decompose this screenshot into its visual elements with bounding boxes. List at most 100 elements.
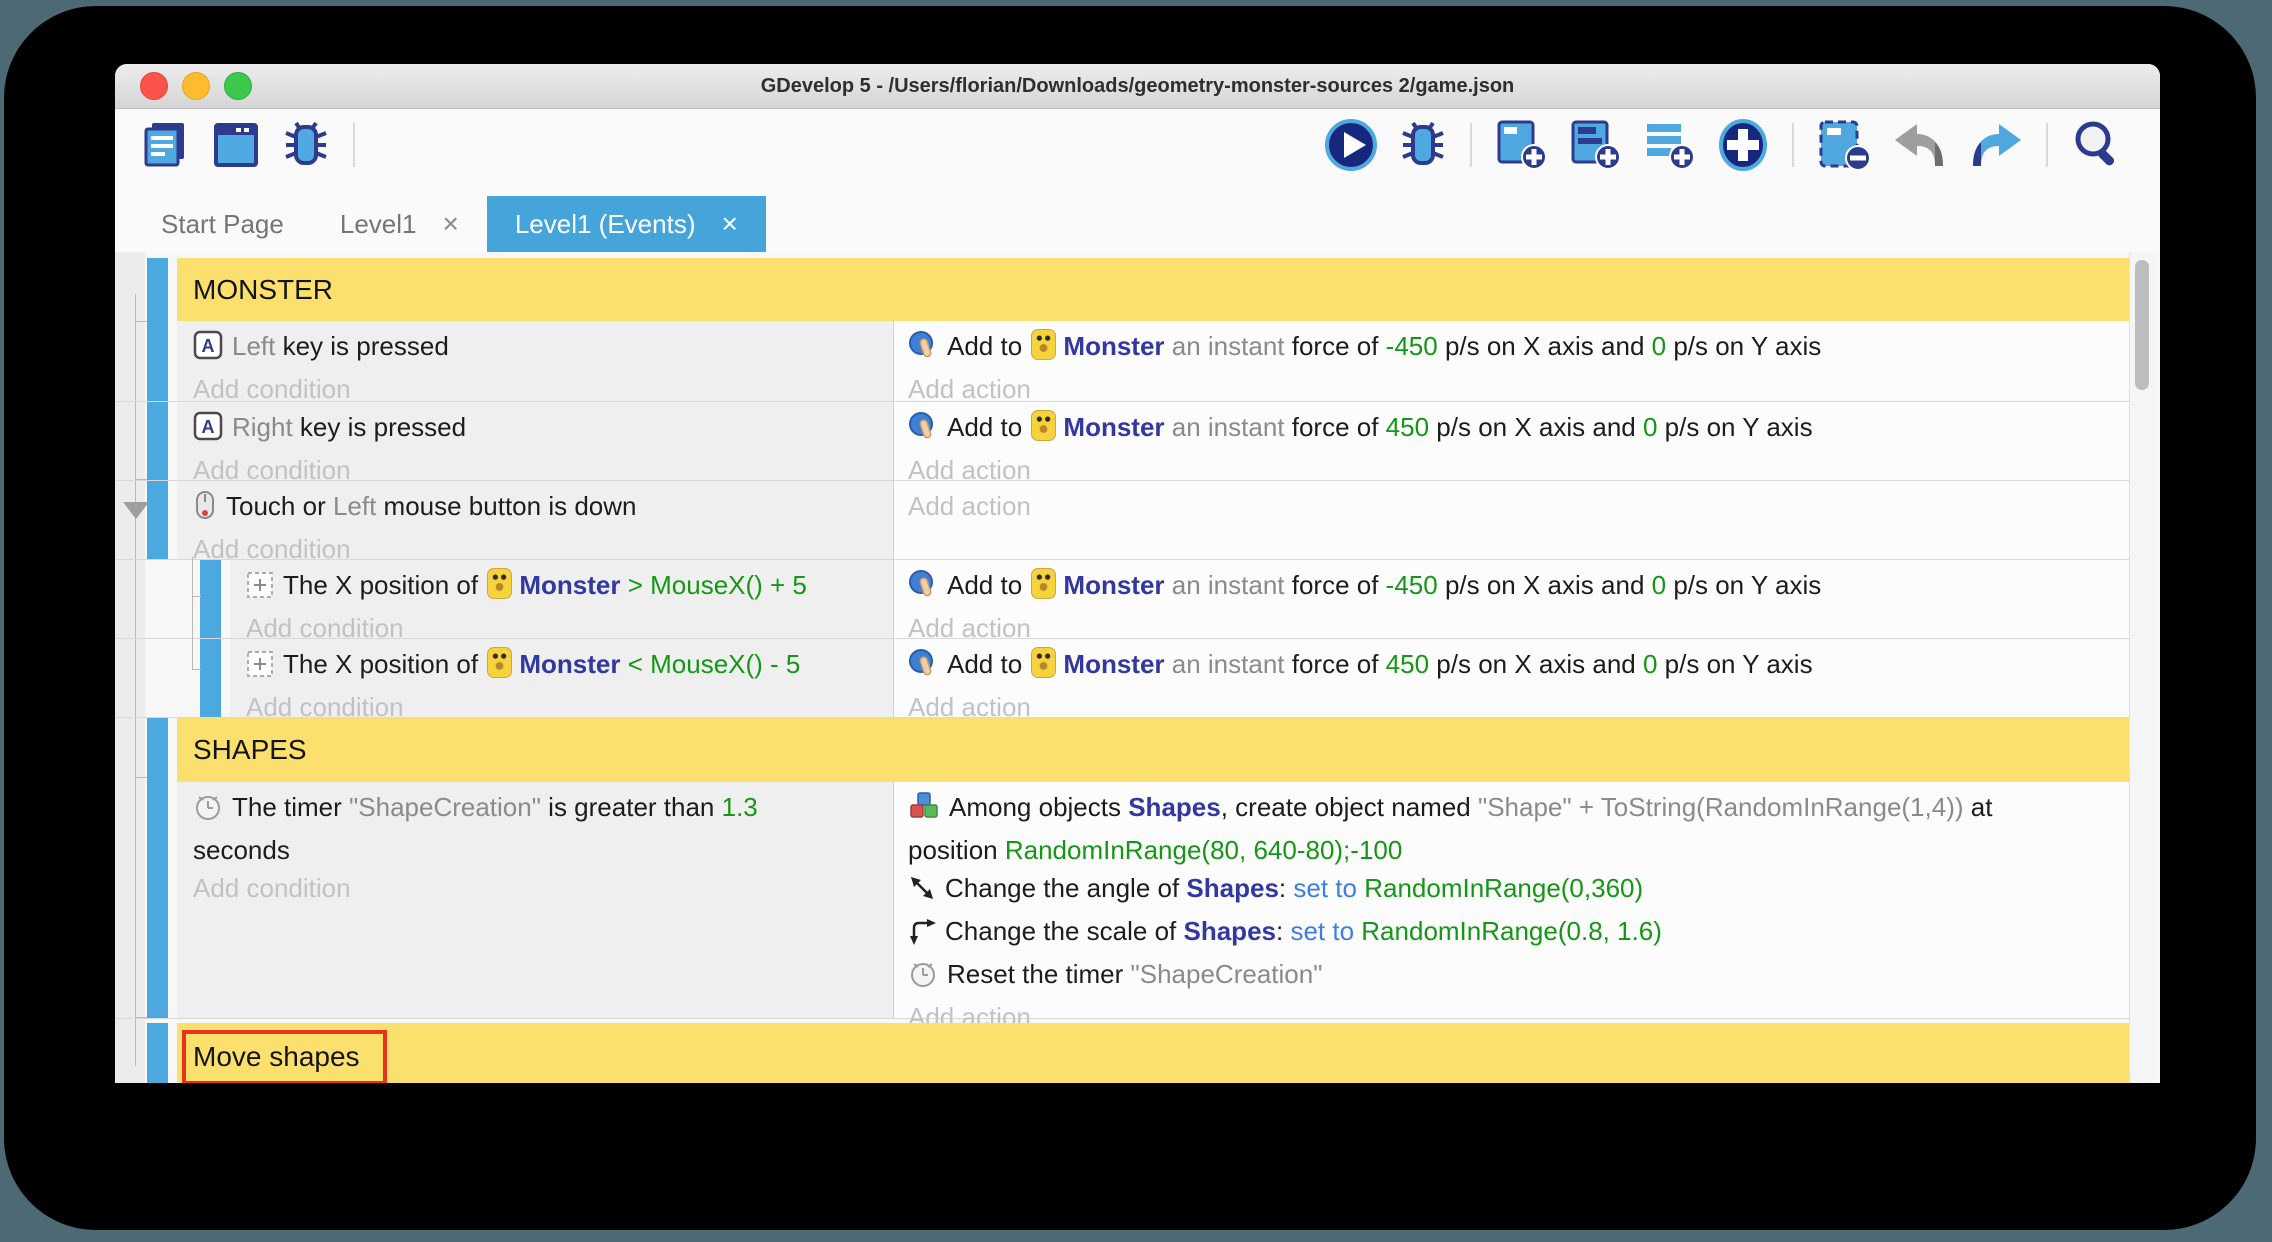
- event-group-shapes[interactable]: SHAPES: [115, 718, 2130, 782]
- debug-icon: [1397, 119, 1449, 171]
- close-icon[interactable]: ×: [722, 210, 738, 238]
- create-object-icon: [908, 791, 940, 831]
- redo-button[interactable]: [1965, 116, 2027, 174]
- traffic-lights: [140, 64, 252, 108]
- remove-event-button[interactable]: [1813, 116, 1875, 174]
- actions-cell: Add action: [893, 481, 2130, 559]
- undo-button[interactable]: [1889, 116, 1951, 174]
- debug-preview-button[interactable]: [1395, 117, 1451, 173]
- svg-text:A: A: [202, 336, 215, 356]
- actions-cell: Add to Monster an instant force of -450 …: [893, 560, 2130, 638]
- conditions-cell: The timer "ShapeCreation" is greater tha…: [177, 782, 893, 1018]
- add-condition-button[interactable]: Add condition: [193, 869, 893, 907]
- play-preview-button[interactable]: [1321, 115, 1381, 175]
- vertical-scrollbar[interactable]: [2129, 252, 2154, 1083]
- add-subevent-button[interactable]: [1639, 116, 1699, 174]
- conditions-cell: ARight key is pressed Add condition: [177, 402, 893, 480]
- add-comment-button[interactable]: [1565, 116, 1625, 174]
- actions-cell: Add to Monster an instant force of -450 …: [893, 321, 2130, 401]
- group-header-label[interactable]: Move shapes: [177, 1023, 2130, 1083]
- action-create-object[interactable]: Among objects Shapes, create object name…: [908, 788, 2130, 831]
- condition-line[interactable]: Touch or Left mouse button is down: [193, 487, 893, 530]
- condition-line[interactable]: ARight key is pressed: [193, 408, 893, 451]
- scrollbar-thumb[interactable]: [2135, 260, 2149, 390]
- event-bar: [147, 321, 168, 401]
- tab-level1[interactable]: Level1 ×: [312, 196, 487, 252]
- force-hand-icon: [908, 411, 938, 451]
- conditions-cell: Touch or Left mouse button is down Add c…: [177, 481, 893, 559]
- scale-arrow-icon: [908, 917, 936, 955]
- keyboard-key-icon: A: [193, 330, 223, 370]
- action-create-object-wrap[interactable]: position RandomInRange(80, 640-80);-100: [908, 831, 2130, 869]
- action-change-scale[interactable]: Change the scale of Shapes: set to Rando…: [908, 912, 2130, 955]
- event-bar: [147, 402, 168, 480]
- condition-line[interactable]: The X position of Monster > MouseX() + 5: [246, 566, 893, 609]
- play-icon: [1323, 117, 1379, 173]
- minimize-window-button[interactable]: [182, 72, 210, 100]
- monster-object-icon: [1031, 568, 1056, 599]
- search-icon: [2069, 117, 2125, 173]
- tab-level1-events[interactable]: Level1 (Events) ×: [487, 196, 766, 252]
- add-event-button[interactable]: [1491, 116, 1551, 174]
- add-action-button[interactable]: Add action: [908, 487, 2130, 525]
- event-touch-mouse: Touch or Left mouse button is down Add c…: [115, 481, 2130, 560]
- zoom-window-button[interactable]: [224, 72, 252, 100]
- position-icon: [246, 650, 274, 688]
- search-events-button[interactable]: [2067, 115, 2127, 175]
- conditions-cell: The X position of Monster < MouseX() - 5…: [230, 639, 893, 717]
- group-header-label[interactable]: SHAPES: [177, 718, 2130, 782]
- event-bar: [147, 1023, 168, 1083]
- group-header-label[interactable]: MONSTER: [177, 258, 2130, 321]
- redo-icon: [1967, 118, 2025, 172]
- subevent-x-greater: The X position of Monster > MouseX() + 5…: [115, 560, 2130, 639]
- undo-icon: [1891, 118, 1949, 172]
- mouse-icon: [193, 490, 217, 530]
- action-line[interactable]: Add to Monster an instant force of -450 …: [908, 327, 2130, 370]
- scene-editor-button[interactable]: [208, 117, 264, 173]
- toolbar-separator: [353, 123, 355, 167]
- action-line[interactable]: Add to Monster an instant force of 450 p…: [908, 408, 2130, 451]
- scene-window-icon: [210, 119, 262, 171]
- force-hand-icon: [908, 330, 938, 370]
- add-new-button[interactable]: [1713, 115, 1773, 175]
- add-comment-icon: [1567, 118, 1623, 172]
- actions-cell: Add to Monster an instant force of 450 p…: [893, 402, 2130, 480]
- force-hand-icon: [908, 569, 938, 609]
- event-shape-creation: The timer "ShapeCreation" is greater tha…: [115, 782, 2130, 1019]
- debug-icon: [280, 119, 332, 171]
- tab-start-page[interactable]: Start Page: [133, 196, 312, 252]
- action-change-angle[interactable]: Change the angle of Shapes: set to Rando…: [908, 869, 2130, 912]
- condition-line[interactable]: The X position of Monster < MouseX() - 5: [246, 645, 893, 688]
- actions-cell: Among objects Shapes, create object name…: [893, 782, 2130, 1018]
- close-icon[interactable]: ×: [442, 210, 458, 238]
- condition-line[interactable]: The timer "ShapeCreation" is greater tha…: [193, 788, 893, 831]
- monster-object-icon: [487, 568, 512, 599]
- project-manager-button[interactable]: [138, 117, 194, 173]
- titlebar: GDevelop 5 - /Users/florian/Downloads/ge…: [115, 64, 2160, 109]
- debug-button[interactable]: [278, 117, 334, 173]
- action-line[interactable]: Add to Monster an instant force of -450 …: [908, 566, 2130, 609]
- event-group-monster[interactable]: MONSTER: [115, 258, 2130, 321]
- event-bar: [147, 782, 168, 1018]
- toolbar-separator: [1792, 123, 1794, 167]
- action-line[interactable]: Add to Monster an instant force of 450 p…: [908, 645, 2130, 688]
- gdevelop-window: GDevelop 5 - /Users/florian/Downloads/ge…: [115, 64, 2160, 1083]
- condition-line[interactable]: ALeft key is pressed: [193, 327, 893, 370]
- subevent-tree-line: [192, 557, 193, 669]
- condition-line-wrap[interactable]: seconds: [193, 831, 893, 869]
- remove-event-icon: [1815, 118, 1873, 172]
- toolbar: [115, 109, 2160, 181]
- force-hand-icon: [908, 648, 938, 688]
- toolbar-separator: [2046, 123, 2048, 167]
- event-bar: [200, 560, 221, 638]
- tab-bar: Start Page Level1 × Level1 (Events) ×: [115, 181, 2160, 252]
- toolbar-separator: [1470, 123, 1472, 167]
- tab-label: Level1 (Events): [515, 209, 696, 240]
- monster-object-icon: [1031, 329, 1056, 360]
- angle-arrow-icon: [908, 874, 936, 912]
- event-right-key: ARight key is pressed Add condition Add …: [115, 402, 2130, 481]
- action-reset-timer[interactable]: Reset the timer "ShapeCreation": [908, 955, 2130, 998]
- desktop-background: GDevelop 5 - /Users/florian/Downloads/ge…: [0, 0, 2272, 1242]
- event-group-move-shapes[interactable]: Move shapes: [115, 1023, 2130, 1083]
- close-window-button[interactable]: [140, 72, 168, 100]
